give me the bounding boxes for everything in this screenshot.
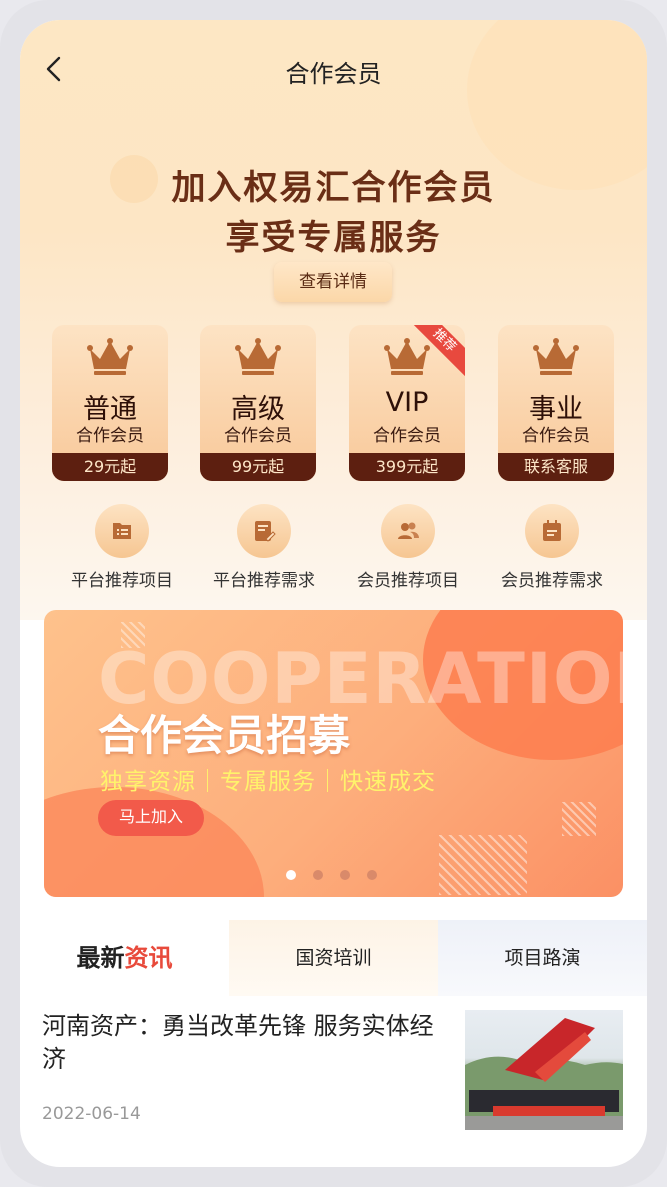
- news-photo: [465, 1018, 623, 1130]
- feature-label: 平台推荐项目: [71, 571, 173, 591]
- navbar: 合作会员: [20, 48, 647, 92]
- feature-icon-bg: [95, 504, 149, 558]
- tier-subtitle: 合作会员: [522, 426, 590, 446]
- banner-subtitle: 独享资源｜专属服务｜快速成交: [100, 769, 436, 795]
- carousel-dot[interactable]: [367, 870, 377, 880]
- screen: 合作会员 加入权易汇合作会员 享受专属服务 查看详情 普通 合作会员 29元起: [20, 20, 647, 1167]
- feature-platform-demands[interactable]: 平台推荐需求: [192, 504, 336, 594]
- hero-section: 合作会员 加入权易汇合作会员 享受专属服务 查看详情 普通 合作会员 29元起: [20, 20, 647, 620]
- tab-training[interactable]: 国资培训: [229, 920, 438, 996]
- view-details-button[interactable]: 查看详情: [274, 262, 392, 302]
- tier-price: 399元起: [349, 453, 465, 481]
- tab-label: 最新: [76, 944, 125, 972]
- list-icon: [113, 523, 131, 539]
- feature-label: 平台推荐需求: [213, 571, 315, 591]
- carousel-dot[interactable]: [340, 870, 350, 880]
- carousel-dot[interactable]: [286, 870, 296, 880]
- tier-price: 29元起: [52, 453, 168, 481]
- edit-doc-icon: [255, 521, 276, 542]
- tab-latest-news[interactable]: 最新资讯: [20, 920, 229, 996]
- banner-stripes: [439, 835, 527, 895]
- news-item[interactable]: 河南资产：勇当改革先锋 服务实体经济 2022-06-14: [20, 1010, 647, 1167]
- crown-icon: [384, 338, 430, 375]
- news-date: 2022-06-14: [42, 1104, 141, 1124]
- news-thumbnail: [465, 1010, 623, 1130]
- crown-icon: [87, 338, 133, 375]
- tier-price: 联系客服: [498, 453, 614, 481]
- crown-icon: [533, 338, 579, 375]
- calendar-icon: [543, 520, 561, 541]
- join-now-button[interactable]: 马上加入: [98, 800, 204, 836]
- feature-icon-bg: [381, 504, 435, 558]
- hero-headline: 加入权易汇合作会员: [171, 168, 496, 208]
- tier-subtitle: 合作会员: [76, 426, 144, 446]
- banner-stripes: [562, 802, 596, 836]
- feature-label: 会员推荐需求: [501, 571, 603, 591]
- carousel-dot[interactable]: [313, 870, 323, 880]
- tab-roadshow[interactable]: 项目路演: [438, 920, 647, 996]
- tab-label-accent: 资讯: [124, 944, 173, 972]
- device-frame: 合作会员 加入权易汇合作会员 享受专属服务 查看详情 普通 合作会员 29元起: [0, 0, 667, 1187]
- feature-icon-bg: [237, 504, 291, 558]
- tier-card-enterprise[interactable]: 事业 合作会员 联系客服: [498, 325, 614, 481]
- membership-tiers: 普通 合作会员 29元起 高级 合作会员 99元起 推荐 VIP 合作会员 39…: [52, 325, 614, 481]
- users-icon: [398, 522, 419, 539]
- banner-title: 合作会员招募: [98, 711, 351, 760]
- tier-name: VIP: [385, 387, 429, 418]
- tier-subtitle: 合作会员: [224, 426, 292, 446]
- tier-card-basic[interactable]: 普通 合作会员 29元起: [52, 325, 168, 481]
- feature-label: 会员推荐项目: [357, 571, 459, 591]
- hero-subheadline: 享受专属服务: [225, 218, 442, 258]
- news-title: 河南资产：勇当改革先锋 服务实体经济: [42, 1012, 434, 1073]
- feature-icon-bg: [525, 504, 579, 558]
- tier-card-vip[interactable]: 推荐 VIP 合作会员 399元起: [349, 325, 465, 481]
- tier-subtitle: 合作会员: [373, 426, 441, 446]
- feature-member-projects[interactable]: 会员推荐项目: [336, 504, 480, 594]
- tier-price: 99元起: [200, 453, 316, 481]
- crown-icon: [235, 338, 281, 375]
- content-tabs: 最新资讯 国资培训 项目路演: [20, 920, 647, 996]
- feature-shortcuts: 平台推荐项目 平台推荐需求 会员推荐项目 会员推荐需求: [50, 504, 620, 594]
- feature-member-demands[interactable]: 会员推荐需求: [480, 504, 624, 594]
- tier-card-advanced[interactable]: 高级 合作会员 99元起: [200, 325, 316, 481]
- page-title: 合作会员: [285, 60, 382, 88]
- promo-banner[interactable]: COOPERATION 合作会员招募 独享资源｜专属服务｜快速成交 马上加入: [44, 610, 623, 897]
- feature-platform-projects[interactable]: 平台推荐项目: [50, 504, 194, 594]
